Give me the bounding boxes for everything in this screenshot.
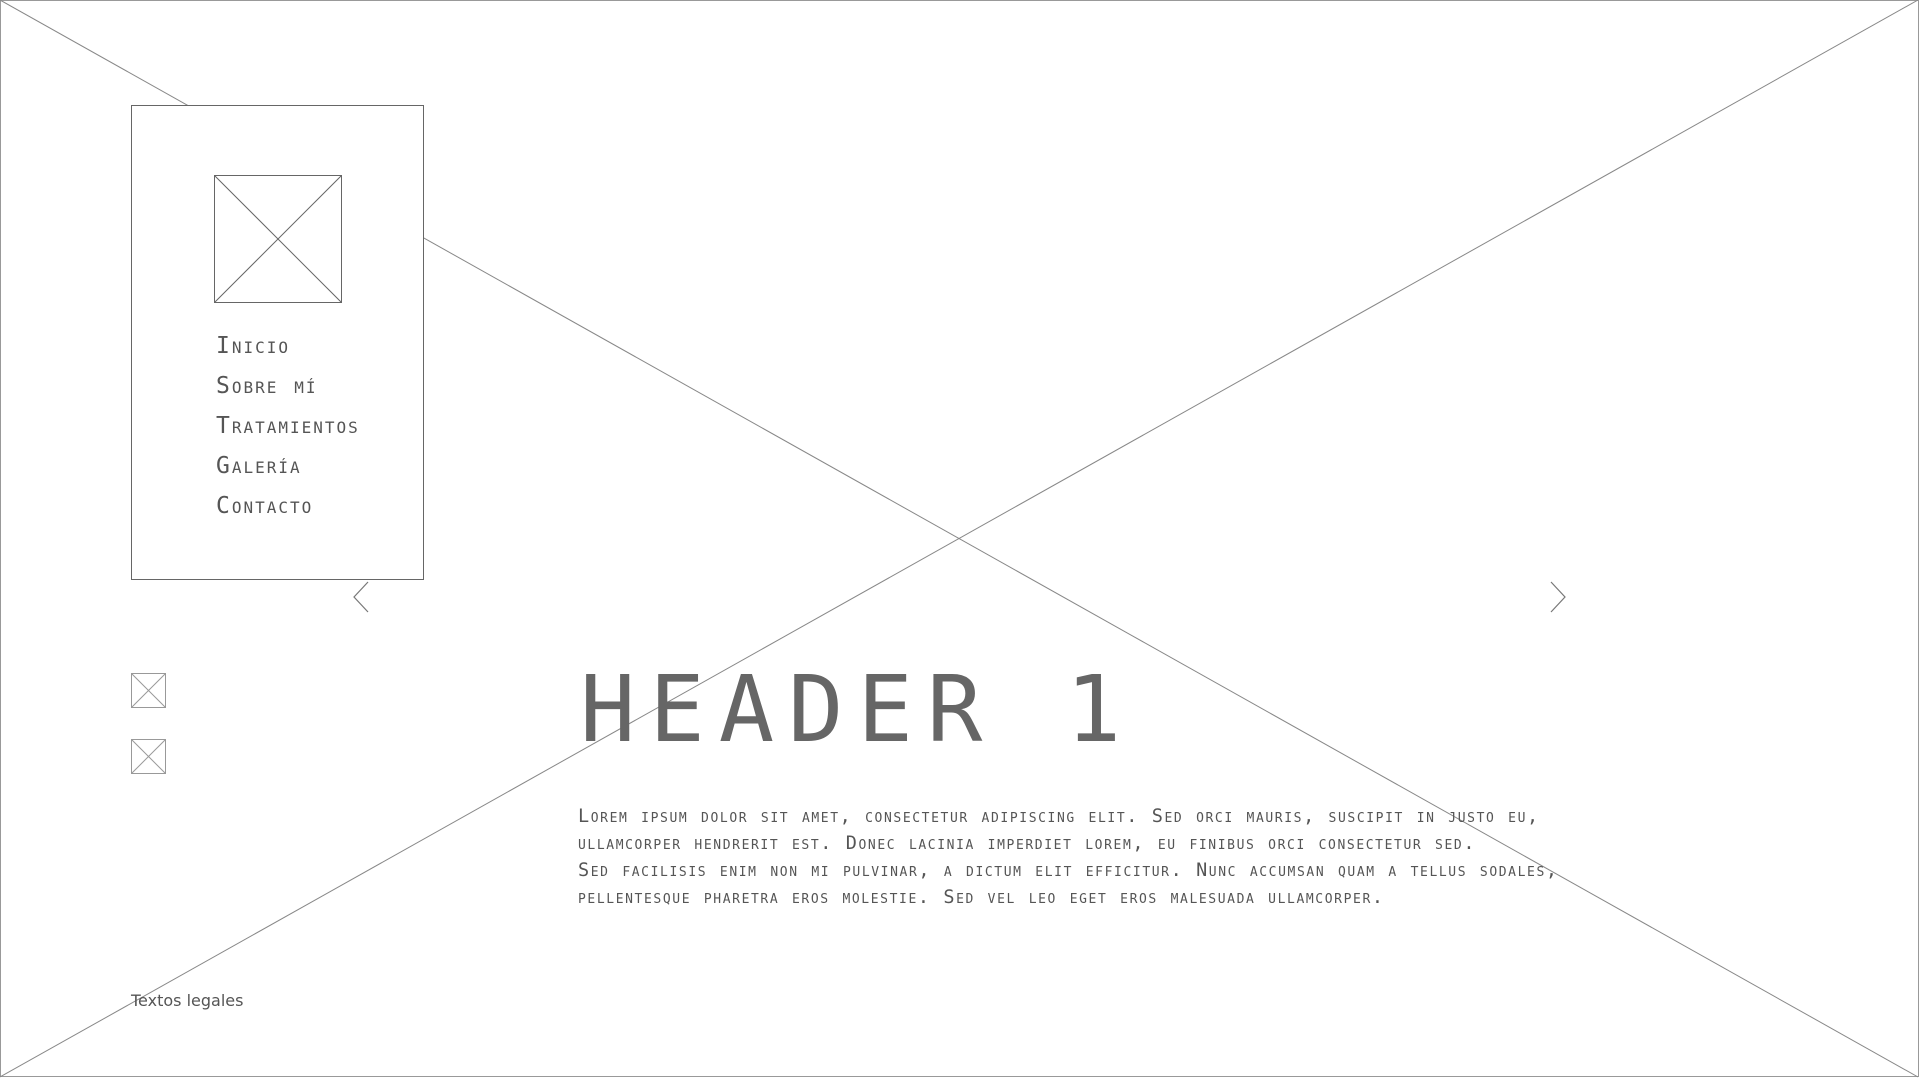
- nav-item-inicio[interactable]: Inicio: [216, 326, 360, 366]
- paragraph-line: Lorem ipsum dolor sit amet, consectetur …: [578, 806, 1540, 827]
- nav-item-contacto[interactable]: Contacto: [216, 486, 360, 526]
- page: Inicio Sobre mí Tratamientos Galería Con…: [0, 0, 1920, 1080]
- social-link-2-icon[interactable]: [131, 739, 166, 774]
- chevron-left-icon[interactable]: [351, 580, 371, 614]
- chevron-right-icon[interactable]: [1548, 580, 1568, 614]
- intro-paragraph: Lorem ipsum dolor sit amet, consectetur …: [578, 803, 1778, 911]
- nav-menu: Inicio Sobre mí Tratamientos Galería Con…: [216, 326, 360, 526]
- paragraph-line: Sed facilisis enim non mi pulvinar, a di…: [578, 860, 1559, 881]
- logo-image-placeholder-icon[interactable]: [214, 175, 342, 303]
- paragraph-line: ullamcorper hendrerit est. Donec lacinia…: [578, 833, 1477, 854]
- sidebar-nav-panel: Inicio Sobre mí Tratamientos Galería Con…: [131, 105, 424, 580]
- social-link-1-icon[interactable]: [131, 673, 166, 708]
- nav-item-galeria[interactable]: Galería: [216, 446, 360, 486]
- nav-item-tratamientos[interactable]: Tratamientos: [216, 406, 360, 446]
- paragraph-line: pellentesque pharetra eros molestie. Sed…: [578, 887, 1385, 908]
- page-heading: HEADER 1: [580, 656, 1136, 763]
- nav-item-sobre-mi[interactable]: Sobre mí: [216, 366, 360, 406]
- legal-texts-link[interactable]: Textos legales: [131, 991, 243, 1010]
